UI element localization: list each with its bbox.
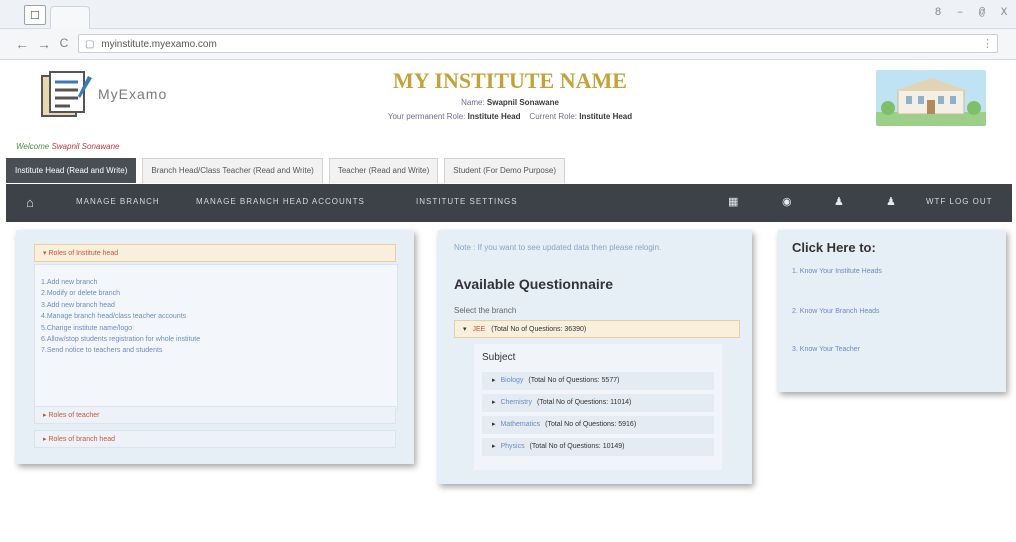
list-item[interactable]: 2.Modify or delete branch [41, 288, 200, 299]
role-tabs: Institute Head (Read and Write) Branch H… [6, 158, 565, 184]
link-know-branch-heads[interactable]: 2. Know Your Branch Heads [792, 308, 880, 315]
caret-right-icon: ▸ [492, 377, 496, 384]
forward-icon[interactable]: → [36, 36, 52, 52]
url-text: myinstitute.myexamo.com [101, 39, 217, 50]
subject-row[interactable]: ▸ Biology (Total No of Questions: 5577) [482, 372, 714, 390]
relogin-note: Note : If you want to see updated data t… [454, 243, 662, 252]
branch-row[interactable]: ▾ JEE (Total No of Questions: 36390) [454, 320, 740, 338]
subject-list: Subject ▸ Biology (Total No of Questions… [474, 344, 722, 470]
caret-right-icon: ▸ [492, 399, 496, 406]
window-control-1[interactable]: 8 [932, 7, 944, 19]
roles-list: 1.Add new branch 2.Modify or delete bran… [41, 277, 200, 357]
window-controls: 8 – @ X [932, 7, 1010, 19]
accordion-roles-teacher[interactable]: ▸ Roles of teacher [34, 406, 396, 424]
tab-institute-head[interactable]: Institute Head (Read and Write) [6, 158, 137, 183]
logout-link[interactable]: WTF LOG OUT [926, 197, 993, 206]
menu-manage-branch[interactable]: MANAGE BRANCH [76, 197, 160, 206]
current-role-label: Current Role: [529, 112, 577, 121]
questionnaire-panel: Note : If you want to see updated data t… [438, 230, 752, 484]
welcome-label: Welcome [16, 142, 50, 151]
menu-manage-branch-head-accounts[interactable]: MANAGE BRANCH HEAD ACCOUNTS [196, 197, 365, 206]
logo-text: MyExamo [98, 86, 168, 102]
subject-name[interactable]: Chemistry [500, 399, 532, 406]
click-here-title: Click Here to: [792, 240, 876, 255]
subject-row[interactable]: ▸ Physics (Total No of Questions: 10149) [482, 438, 714, 456]
subject-total: (Total No of Questions: 5577) [528, 377, 620, 384]
subject-row[interactable]: ▸ Mathematics (Total No of Questions: 59… [482, 416, 714, 434]
click-here-panel: Click Here to: 1. Know Your Institute He… [778, 230, 1006, 392]
permanent-role-label: Your permanent Role: [387, 112, 466, 121]
subject-name[interactable]: Physics [500, 443, 524, 450]
branch-name[interactable]: JEE [472, 326, 485, 333]
caret-right-icon: ▸ [492, 421, 496, 428]
name-label: Name: [461, 98, 485, 107]
list-item[interactable]: 3.Add new branch head [41, 300, 200, 311]
welcome-text: Welcome Swapnil Sonawane [16, 142, 119, 151]
browser-toolbar: ← → C ▢ myinstitute.myexamo.com ⋮ [0, 29, 1016, 60]
institute-banner-image [876, 70, 986, 126]
subject-name[interactable]: Biology [500, 377, 523, 384]
name-value: Swapnil Sonawane [486, 98, 559, 107]
menu-institute-settings[interactable]: INSTITUTE SETTINGS [416, 197, 518, 206]
permanent-role-value: Institute Head [467, 112, 521, 121]
caret-right-icon: ▸ [492, 443, 496, 450]
welcome-name: Swapnil Sonawane [51, 142, 120, 151]
page-info-icon[interactable]: ▢ [85, 39, 94, 50]
menu-icon[interactable]: ⋮ [982, 35, 993, 54]
reload-icon[interactable]: C [56, 36, 72, 50]
caret-down-icon: ▾ [463, 326, 467, 333]
subject-name[interactable]: Mathematics [500, 421, 540, 428]
browser-app-icon[interactable]: ☐ [24, 5, 46, 25]
user-role-line: Your permanent Role: Institute Head Curr… [300, 112, 720, 121]
subject-label: Subject [482, 352, 516, 363]
questionnaire-title: Available Questionnaire [454, 276, 613, 292]
branch-total: (Total No of Questions: 36390) [491, 326, 587, 333]
main-menu-bar: ⌂ MANAGE BRANCH MANAGE BRANCH HEAD ACCOU… [6, 184, 1012, 222]
notices-icon[interactable]: ▦ [728, 195, 738, 208]
tab-student[interactable]: Student (For Demo Purpose) [444, 158, 565, 183]
list-item[interactable]: 4.Manage branch head/class teacher accou… [41, 311, 200, 322]
list-item[interactable]: 1.Add new branch [41, 277, 200, 288]
list-item[interactable]: 6.Allow/stop students registration for w… [41, 334, 200, 345]
browser-tabstrip: ☐ 8 – @ X [0, 0, 1016, 29]
subject-total: (Total No of Questions: 10149) [529, 443, 625, 450]
select-branch-label: Select the branch [454, 306, 517, 315]
notifications-icon[interactable]: ♟ [886, 195, 896, 208]
link-know-teacher[interactable]: 3. Know Your Teacher [792, 346, 860, 353]
window-maximize-button[interactable]: @ [976, 7, 988, 19]
messages-icon[interactable]: ◉ [782, 195, 792, 208]
address-bar[interactable]: ▢ myinstitute.myexamo.com ⋮ [78, 34, 998, 53]
accordion-roles-institute-head[interactable]: ▾ Roles of Institute head [34, 244, 396, 262]
back-icon[interactable]: ← [14, 36, 30, 52]
window-minimize-button[interactable]: – [954, 7, 966, 19]
profile-icon[interactable]: ♟ [834, 195, 844, 208]
subject-total: (Total No of Questions: 11014) [536, 399, 632, 406]
accordion-body-institute-head: 1.Add new branch 2.Modify or delete bran… [34, 264, 398, 410]
browser-tab[interactable] [50, 6, 90, 29]
myexamo-logo [41, 71, 92, 117]
subject-total: (Total No of Questions: 5916) [545, 421, 637, 428]
list-item[interactable]: 5.Change institute name/logo [41, 323, 200, 334]
link-know-institute-heads[interactable]: 1. Know Your Institute Heads [792, 268, 882, 275]
tab-branch-head[interactable]: Branch Head/Class Teacher (Read and Writ… [142, 158, 323, 183]
institute-title: MY INSTITUTE NAME [393, 68, 627, 93]
user-name-line: Name: Swapnil Sonawane [300, 98, 720, 107]
home-icon[interactable]: ⌂ [26, 195, 34, 210]
subject-row[interactable]: ▸ Chemistry (Total No of Questions: 1101… [482, 394, 714, 412]
accordion-roles-branch-head[interactable]: ▸ Roles of branch head [34, 430, 396, 448]
current-role-value: Institute Head [579, 112, 633, 121]
list-item[interactable]: 7.Send notice to teachers and students [41, 345, 200, 356]
roles-panel: ▾ Roles of Institute head 1.Add new bran… [16, 230, 414, 464]
window-close-button[interactable]: X [998, 7, 1010, 19]
tab-teacher[interactable]: Teacher (Read and Write) [328, 158, 439, 183]
